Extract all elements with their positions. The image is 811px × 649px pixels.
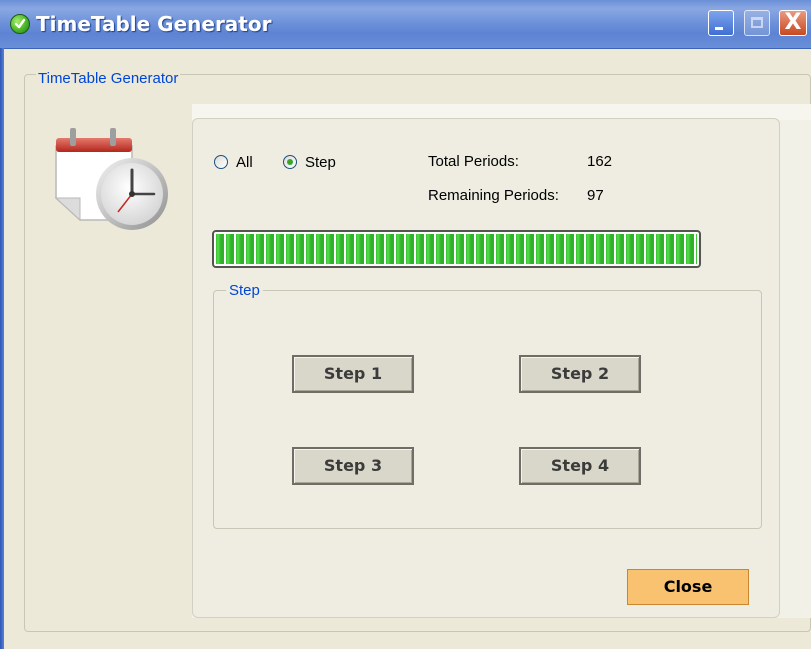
step-4-button[interactable]: Step 4 [519,447,641,485]
minimize-button[interactable] [708,10,734,36]
radio-all[interactable]: All [214,152,253,172]
radio-all-indicator[interactable] [214,155,228,169]
minimize-icon [715,27,723,30]
remaining-periods-value: 97 [587,187,604,204]
total-periods-value: 162 [587,153,613,170]
step-2-button[interactable]: Step 2 [519,355,641,393]
timetable-group-label: TimeTable Generator [36,70,181,87]
close-icon: X [784,10,802,35]
step-3-button[interactable]: Step 3 [292,447,414,485]
step-group-label: Step [226,282,263,299]
window-frame-edge [0,48,4,649]
window-title: TimeTable Generator [36,12,272,36]
close-window-button[interactable]: X [779,10,807,36]
step-1-button[interactable]: Step 1 [292,355,414,393]
green-check-icon [10,14,30,34]
maximize-icon [751,17,763,28]
close-button[interactable]: Close [627,569,749,605]
radio-all-label: All [236,153,253,171]
progress-bar-fill [216,234,697,264]
maximize-button[interactable] [744,10,770,36]
remaining-periods-label: Remaining Periods: [428,187,559,204]
calendar-clock-icon [50,124,170,236]
progress-bar [212,230,701,268]
radio-step-label: Step [305,153,336,171]
radio-step[interactable]: Step [283,152,336,172]
step-group-box [213,290,762,529]
title-bar[interactable]: TimeTable Generator X [0,0,811,49]
radio-step-indicator[interactable] [283,155,297,169]
total-periods-label: Total Periods: [428,153,519,170]
